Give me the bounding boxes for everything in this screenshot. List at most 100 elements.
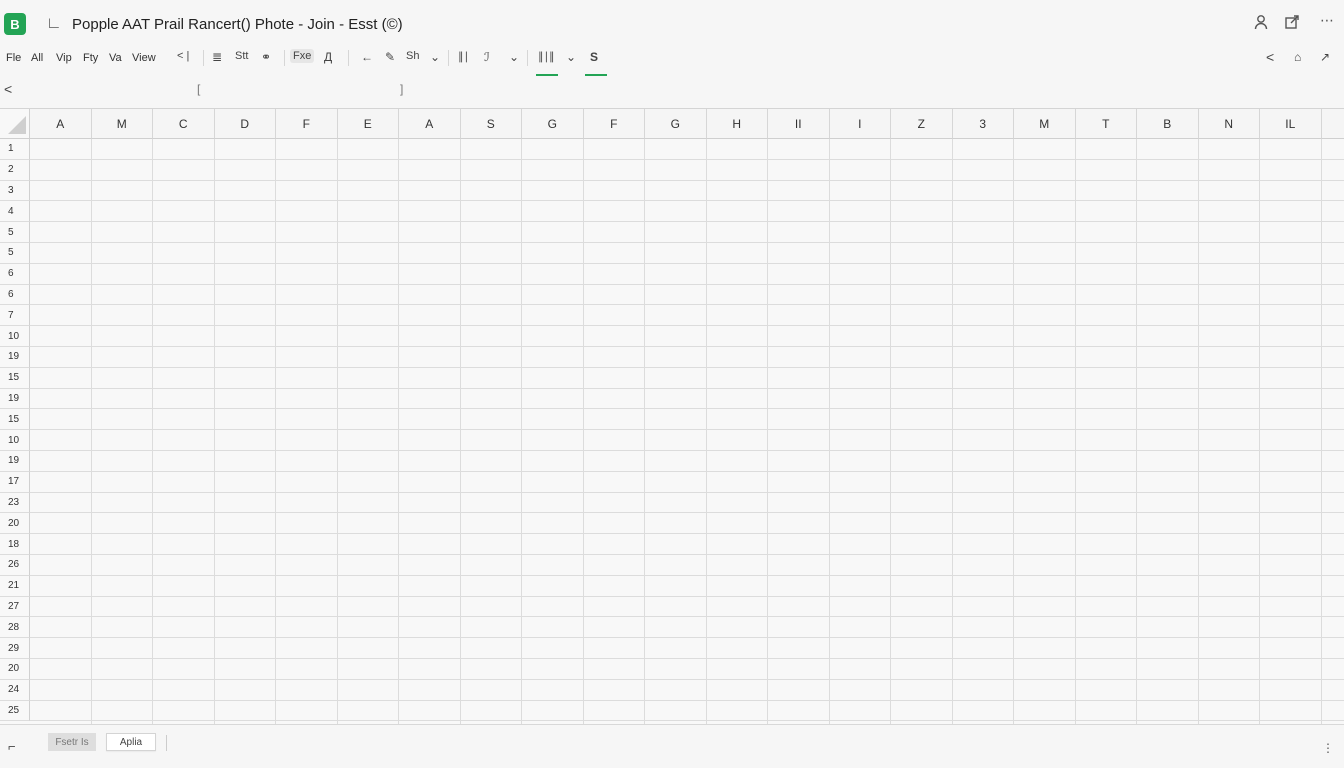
column-header[interactable]: IL [1260, 109, 1322, 139]
row-header[interactable]: 27 [0, 596, 30, 618]
menu-vip[interactable]: Vip [56, 52, 72, 64]
formula-bar: < [ ] [0, 80, 1344, 100]
menu-file[interactable]: Fle [6, 52, 21, 64]
row-header[interactable]: 10 [0, 430, 30, 451]
row-header[interactable]: 7 [0, 305, 30, 327]
column-header[interactable]: F [276, 109, 338, 139]
column-header[interactable]: A [30, 109, 92, 139]
app-logo-icon[interactable]: B [4, 13, 26, 35]
more-icon[interactable]: ⋯ [1320, 12, 1334, 29]
column-header[interactable]: Z [891, 109, 953, 139]
column-header[interactable]: A [399, 109, 461, 139]
grid-row-line [30, 179, 1344, 181]
row-header[interactable]: 19 [0, 347, 30, 368]
menu-fty[interactable]: Fty [83, 52, 98, 64]
chevron-left-icon[interactable]: < [1266, 49, 1274, 65]
toolbar-divider [284, 50, 285, 66]
grid-row-line [30, 616, 1344, 618]
lock-icon[interactable]: ⌂ [1294, 50, 1301, 64]
row-header[interactable]: 5 [0, 243, 30, 264]
sh-button[interactable]: Sh [406, 50, 419, 62]
row-header[interactable]: 20 [0, 659, 30, 680]
row-header[interactable]: 2 [0, 159, 30, 181]
row-header[interactable]: 6 [0, 284, 30, 306]
row-header[interactable]: 1 [0, 139, 30, 160]
column-header[interactable]: D [214, 109, 276, 139]
row-header[interactable]: 19 [0, 451, 30, 472]
row-header[interactable]: 20 [0, 513, 30, 535]
row-header[interactable]: 18 [0, 534, 30, 555]
format-painter-icon[interactable]: ℐ [484, 50, 490, 64]
column-header[interactable]: F [583, 109, 645, 139]
menu-view[interactable]: View [132, 52, 156, 64]
row-header[interactable]: 10 [0, 326, 30, 347]
chevron-down-icon[interactable]: ⌄ [430, 50, 440, 64]
column-header[interactable]: H [706, 109, 768, 139]
grid-row-line [30, 221, 1344, 223]
bar-chart-icon[interactable]: ∥∣∥ [538, 50, 555, 63]
formula-bracket-left: [ [197, 82, 201, 96]
column-header[interactable]: M [91, 109, 153, 139]
column-header[interactable]: II [768, 109, 830, 139]
menu-va[interactable]: Va [109, 52, 122, 64]
column-header[interactable]: M [1014, 109, 1076, 139]
style-button[interactable]: Stt [235, 50, 248, 62]
row-header[interactable]: 15 [0, 409, 30, 431]
row-header[interactable]: 4 [0, 201, 30, 223]
person-icon[interactable] [1253, 14, 1269, 35]
expand-icon[interactable]: ↗ [1320, 50, 1330, 64]
column-header[interactable]: S [460, 109, 522, 139]
s-icon[interactable]: S [590, 50, 598, 64]
sheet-tab[interactable]: Fsetr Is [48, 733, 96, 751]
column-header[interactable]: T [1075, 109, 1137, 139]
row-header[interactable]: 23 [0, 492, 30, 514]
grid-row-line [30, 491, 1344, 493]
column-header[interactable]: C [153, 109, 215, 139]
chevron-down-icon[interactable]: ⌄ [509, 50, 519, 64]
grid-row-line [30, 699, 1344, 701]
spreadsheet-grid[interactable]: AMCDFEASGFGHIIIZ3MTBNILM1234556671019151… [0, 108, 1344, 724]
column-header[interactable]: 3 [952, 109, 1014, 139]
share-icon[interactable] [1284, 14, 1300, 35]
nav-back-button[interactable]: < | [177, 50, 189, 62]
select-all-corner[interactable] [0, 109, 30, 139]
column-header[interactable]: N [1198, 109, 1260, 139]
menu-all[interactable]: All [31, 52, 43, 64]
column-header[interactable]: M [1321, 109, 1344, 139]
row-header[interactable]: 29 [0, 638, 30, 659]
row-header[interactable]: 24 [0, 679, 30, 701]
row-header[interactable]: 5 [0, 222, 30, 243]
pen-icon[interactable]: ✎ [385, 50, 395, 64]
more-vertical-icon[interactable]: ⋮ [1322, 741, 1334, 755]
row-header[interactable]: 3 [0, 180, 30, 202]
row-header[interactable]: 17 [0, 471, 30, 493]
font-select[interactable]: Fxe [290, 49, 315, 63]
column-header[interactable]: I [829, 109, 891, 139]
column-header[interactable]: B [1137, 109, 1199, 139]
row-header[interactable]: 25 [0, 700, 30, 722]
column-header[interactable]: G [645, 109, 707, 139]
row-header[interactable]: 15 [0, 367, 30, 389]
column-header[interactable]: G [522, 109, 584, 139]
grid-row-line [30, 470, 1344, 472]
row-header[interactable]: 26 [0, 555, 30, 576]
arrow-left-icon[interactable]: ← [361, 50, 373, 64]
document-title: Popple AAT Prail Rancert() Phote - Join … [72, 16, 403, 33]
grid-row-line [30, 366, 1344, 368]
row-header[interactable]: 19 [0, 388, 30, 410]
column-header[interactable]: E [337, 109, 399, 139]
row-header[interactable]: 28 [0, 617, 30, 639]
chevron-left-icon[interactable]: < [4, 81, 12, 97]
chart-icon[interactable]: ∥∣ [458, 50, 469, 63]
row-header[interactable]: 21 [0, 575, 30, 597]
row-header[interactable]: 6 [0, 263, 30, 285]
sheet-nav-icon[interactable]: ⌐ [8, 739, 16, 754]
grid-row-line [30, 283, 1344, 285]
chevron-down-icon[interactable]: ⌄ [566, 50, 576, 64]
link-icon[interactable]: ⚭ [261, 50, 271, 64]
sheet-tab-active[interactable]: Aplia [106, 733, 156, 751]
grid-row-line [30, 658, 1344, 659]
font-icon[interactable]: Д [324, 50, 332, 64]
sheet-tab-bar: ⌐ Fsetr Is Aplia ⋮ [0, 724, 1344, 768]
format-icon[interactable]: ≣ [212, 50, 222, 64]
